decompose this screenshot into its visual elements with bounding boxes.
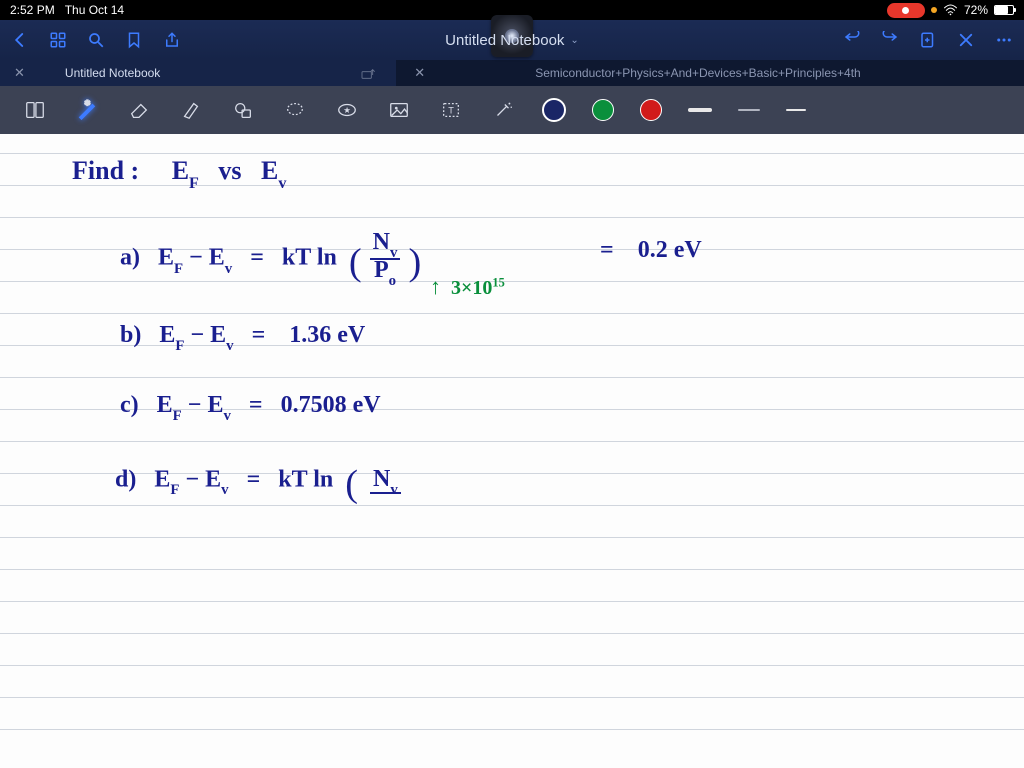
undo-button[interactable] [842, 30, 862, 50]
tab-close-icon[interactable]: ✕ [14, 65, 25, 81]
color-green[interactable] [592, 99, 614, 121]
highlighter-tool[interactable] [178, 97, 204, 123]
note-line-b: b) EF − Ev = 1.36 eV [120, 322, 365, 353]
note-line-c: c) EF − Ev = 0.7508 eV [120, 392, 381, 423]
record-dot-icon [902, 7, 909, 14]
stroke-thin[interactable] [786, 109, 806, 111]
battery-icon [994, 5, 1014, 15]
tab-label: Untitled Notebook [65, 66, 160, 80]
svg-text:✱: ✱ [84, 99, 90, 107]
document-title-dropdown[interactable]: Untitled Notebook ⌄ [445, 32, 579, 49]
document-tabs: ✕ Untitled Notebook ✕ Semiconductor+Phys… [0, 60, 1024, 86]
add-page-button[interactable] [918, 30, 938, 50]
chevron-down-icon: ⌄ [570, 35, 578, 46]
text-tool[interactable]: T [438, 97, 464, 123]
stroke-thick[interactable] [688, 108, 712, 112]
document-title: Untitled Notebook [445, 32, 564, 49]
status-date: Thu Oct 14 [65, 3, 124, 17]
pen-tool[interactable]: ✱ [74, 97, 100, 123]
shapes-tool[interactable] [230, 97, 256, 123]
magic-tool[interactable] [490, 97, 516, 123]
wifi-weak-icon [931, 7, 937, 13]
lasso-tool[interactable] [282, 97, 308, 123]
color-navy[interactable] [542, 98, 566, 122]
tab-label: Semiconductor+Physics+And+Devices+Basic+… [535, 66, 861, 80]
grid-view-button[interactable] [48, 30, 68, 50]
note-line-a: a) EF − Ev = kT ln ( Nv Po ) [120, 232, 421, 286]
page-layout-tool[interactable] [22, 97, 48, 123]
stroke-medium[interactable] [738, 109, 760, 111]
app-titlebar: Untitled Notebook ⌄ [0, 20, 1024, 60]
color-red[interactable] [640, 99, 662, 121]
stamp-tool[interactable]: ★ [334, 97, 360, 123]
status-time: 2:52 PM [10, 3, 55, 17]
battery-percent: 72% [964, 3, 988, 17]
bookmark-button[interactable] [124, 30, 144, 50]
svg-text:★: ★ [343, 106, 350, 115]
wifi-icon [943, 4, 958, 16]
insert-above-icon[interactable] [360, 66, 376, 80]
tab-secondary[interactable]: ✕ Semiconductor+Physics+And+Devices+Basi… [396, 60, 1024, 86]
note-line-a-annotation: ↑ 3×1015 [430, 274, 505, 300]
note-line-a-value: = 0.2 eV [600, 237, 702, 264]
more-button[interactable] [994, 30, 1014, 50]
tab-close-icon[interactable]: ✕ [414, 65, 425, 81]
eraser-tool[interactable] [126, 97, 152, 123]
redo-button[interactable] [880, 30, 900, 50]
share-button[interactable] [162, 30, 182, 50]
image-tool[interactable] [386, 97, 412, 123]
back-button[interactable] [10, 30, 30, 50]
recording-indicator[interactable] [887, 3, 925, 18]
note-heading: Find : EF vs Ev [72, 156, 286, 190]
svg-text:T: T [448, 106, 454, 116]
close-button[interactable] [956, 30, 976, 50]
tab-active[interactable]: ✕ Untitled Notebook [0, 60, 396, 86]
note-canvas[interactable]: Find : EF vs Ev a) EF − Ev = kT ln ( Nv … [0, 134, 1024, 768]
search-button[interactable] [86, 30, 106, 50]
note-line-d: d) EF − Ev = kT ln ( Nv [115, 462, 401, 506]
drawing-toolbar: ✱ ★ T [0, 86, 1024, 134]
